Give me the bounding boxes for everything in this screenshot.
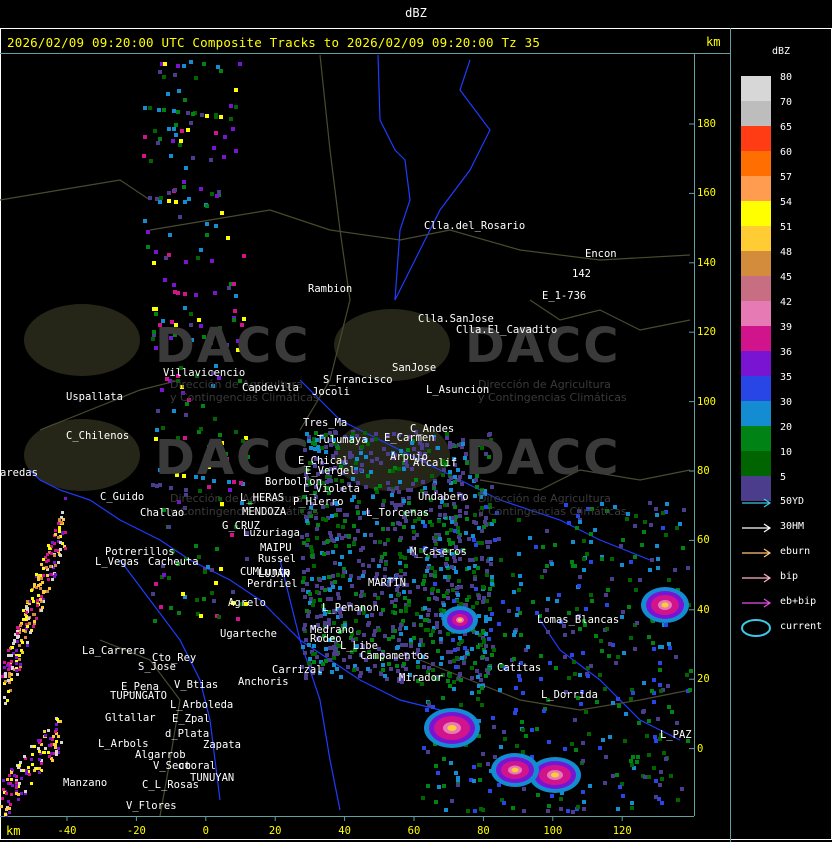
track-label: eb+bip [780, 596, 817, 607]
track-arrow-icon [742, 573, 772, 583]
track-arrow-icon [742, 523, 772, 533]
track-label: 30HM [780, 521, 805, 532]
track-label: current [780, 621, 823, 632]
track-arrow-icon [742, 498, 772, 508]
current-icon [741, 619, 771, 637]
track-label: eburn [780, 546, 811, 557]
track-arrow-icon [742, 548, 772, 558]
track-label: 50YD [780, 496, 805, 507]
track-arrow-icon [742, 598, 772, 608]
track-legend-arrows [741, 498, 772, 637]
track-label: bip [780, 571, 799, 582]
radar-window: dBZ DACC DACC DACC DACC Dirección de Agr… [0, 0, 832, 842]
